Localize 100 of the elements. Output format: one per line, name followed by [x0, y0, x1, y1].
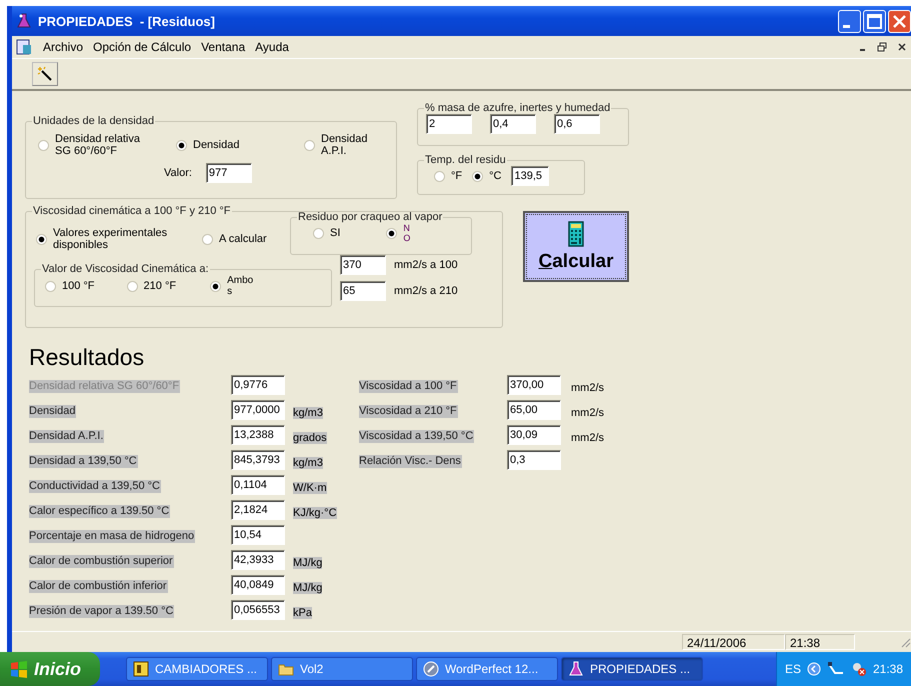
radio-option[interactable]: Densidad A.P.I.	[304, 133, 374, 157]
result-label: Densidad	[29, 405, 76, 418]
calculate-button[interactable]: Calcular	[523, 211, 629, 282]
radio-option[interactable]: NO	[386, 223, 412, 243]
radio-label: Ambos	[227, 275, 254, 297]
unit-label: mm2/s a 210	[394, 285, 458, 297]
radio-label: SI	[330, 228, 340, 238]
result-field[interactable]: 370,00	[507, 375, 561, 395]
flask-icon	[568, 661, 584, 677]
viscosity-field[interactable]: 65	[340, 281, 386, 301]
menu-item[interactable]: Ventana	[196, 40, 250, 54]
radio-option[interactable]: 100 °F	[45, 280, 95, 292]
menu-item[interactable]: Opción de Cálculo	[88, 40, 196, 54]
unit-label: MJ/kg	[293, 557, 322, 569]
result-field[interactable]: 845,3793	[231, 450, 285, 470]
result-label: Calor de combustión inferior	[29, 580, 168, 593]
windows-flag-icon	[10, 660, 28, 678]
taskbar-button[interactable]: WordPerfect 12...	[416, 657, 558, 681]
unit-label: MJ/kg	[293, 582, 322, 594]
group-title: Viscosidad cinemática a 100 °F y 210 °F	[32, 205, 232, 217]
group-title: Residuo por craqueo al vapor	[297, 211, 444, 223]
taskbar-button[interactable]: CAMBIADORES ...	[126, 657, 268, 681]
menu-item[interactable]: Archivo	[38, 40, 88, 54]
unit-label: mm2/s	[571, 382, 604, 394]
group-title: Unidades de la densidad	[32, 115, 156, 127]
wand-button[interactable]	[32, 62, 58, 86]
restore-icon	[877, 42, 887, 52]
result-label: Porcentaje en masa de hidrogeno	[29, 530, 196, 543]
result-label: Densidad relativa SG 60°/60°F	[29, 380, 180, 393]
unit-label: KJ/kg·°C	[293, 507, 337, 519]
result-label: Densidad A.P.I.	[29, 430, 104, 443]
radio-option[interactable]: A calcular	[202, 233, 284, 245]
language-indicator: ES	[784, 662, 801, 676]
temperature-field[interactable]: 139,5	[511, 166, 550, 186]
minimize-icon	[860, 49, 864, 51]
result-label: Calor de combustión superior	[29, 555, 174, 568]
result-field[interactable]: 10,54	[231, 525, 285, 545]
result-label: Viscosidad a 210 °F	[359, 405, 458, 418]
minimize-icon	[843, 24, 850, 28]
window-title: PROPIEDADES - [Residuos]	[38, 14, 216, 28]
result-label: Densidad a 139,50 °C	[29, 455, 138, 468]
radio-option[interactable]: Valores experimentales disponibles	[34, 227, 176, 251]
field-label: Valor:	[164, 167, 192, 179]
group-title: Temp. del residu	[424, 154, 507, 166]
status-text: 21:38	[785, 634, 855, 650]
value-field[interactable]: 977	[206, 163, 252, 183]
maximize-button[interactable]	[863, 10, 886, 32]
result-field[interactable]: 13,2388	[231, 425, 285, 445]
percent-field[interactable]: 0,6	[554, 114, 600, 134]
viscosity-field[interactable]: 370	[340, 255, 386, 275]
status-text: 24/11/2006	[682, 634, 785, 650]
unit-label: mm2/s a 100	[394, 259, 458, 271]
window-icon	[133, 661, 149, 677]
result-field[interactable]: 0,056553	[231, 600, 285, 620]
chevron-icon[interactable]	[806, 662, 821, 676]
unit-label: mm2/s	[571, 432, 604, 444]
flask-icon	[16, 13, 32, 29]
group-title: Valor de Viscosidad Cinemática a:	[41, 263, 210, 275]
menu-item[interactable]: Ayuda	[250, 40, 294, 54]
unit-label: mm2/s	[571, 407, 604, 419]
radio-label: NO	[403, 223, 412, 243]
radio-option[interactable]: SI	[313, 228, 340, 238]
result-label: Viscosidad a 139,50 °C	[359, 430, 474, 443]
result-label: Calor específico a 139.50 °C	[29, 505, 170, 518]
taskbar-button[interactable]: PROPIEDADES ...	[561, 657, 703, 681]
radio-option[interactable]: °F	[434, 170, 462, 182]
wand-icon	[37, 66, 53, 82]
result-label: Conductividad a 139,50 °C	[29, 480, 161, 493]
section-title: Resultados	[29, 344, 146, 371]
result-field[interactable]: 0,3	[507, 450, 561, 470]
radio-option[interactable]: Densidad	[176, 139, 294, 151]
radio-option[interactable]: Ambos	[210, 275, 258, 297]
calculator-icon	[568, 220, 584, 246]
result-field[interactable]: 977,0000	[231, 400, 285, 420]
result-label: Viscosidad a 100 °F	[359, 380, 458, 393]
taskbar-button[interactable]: Vol2	[271, 657, 413, 681]
percent-field[interactable]: 0,4	[490, 114, 536, 134]
minimize-button[interactable]	[838, 10, 861, 32]
result-label: Presión de vapor a 139.50 °C	[29, 605, 174, 618]
start-button[interactable]: Inicio	[0, 652, 100, 686]
result-field[interactable]: 0,1104	[231, 475, 285, 495]
resize-grip-icon	[899, 636, 911, 648]
unit-label: kg/m3	[293, 457, 323, 469]
clock: 21:38	[872, 662, 903, 676]
percent-field[interactable]: 2	[426, 114, 472, 134]
radio-option[interactable]: °C	[472, 170, 502, 182]
result-field[interactable]: 2,1824	[231, 500, 285, 520]
result-field[interactable]: 30,09	[507, 425, 561, 445]
result-field[interactable]: 42,3933	[231, 550, 285, 570]
result-field[interactable]: 65,00	[507, 400, 561, 420]
result-field[interactable]: 40,0849	[231, 575, 285, 595]
document-icon	[16, 39, 32, 55]
close-button[interactable]	[888, 10, 911, 32]
radio-option[interactable]: 210 °F	[126, 280, 176, 292]
group-title: % masa de azufre, inertes y humedad	[424, 102, 612, 114]
warning-icon[interactable]	[850, 661, 867, 677]
unit-label: grados	[293, 432, 327, 444]
radio-option[interactable]: Densidad relativa SG 60°/60°F	[38, 133, 156, 157]
radio-label: 210 °F	[144, 280, 176, 292]
result-label: Relación Visc.- Dens	[359, 455, 462, 468]
